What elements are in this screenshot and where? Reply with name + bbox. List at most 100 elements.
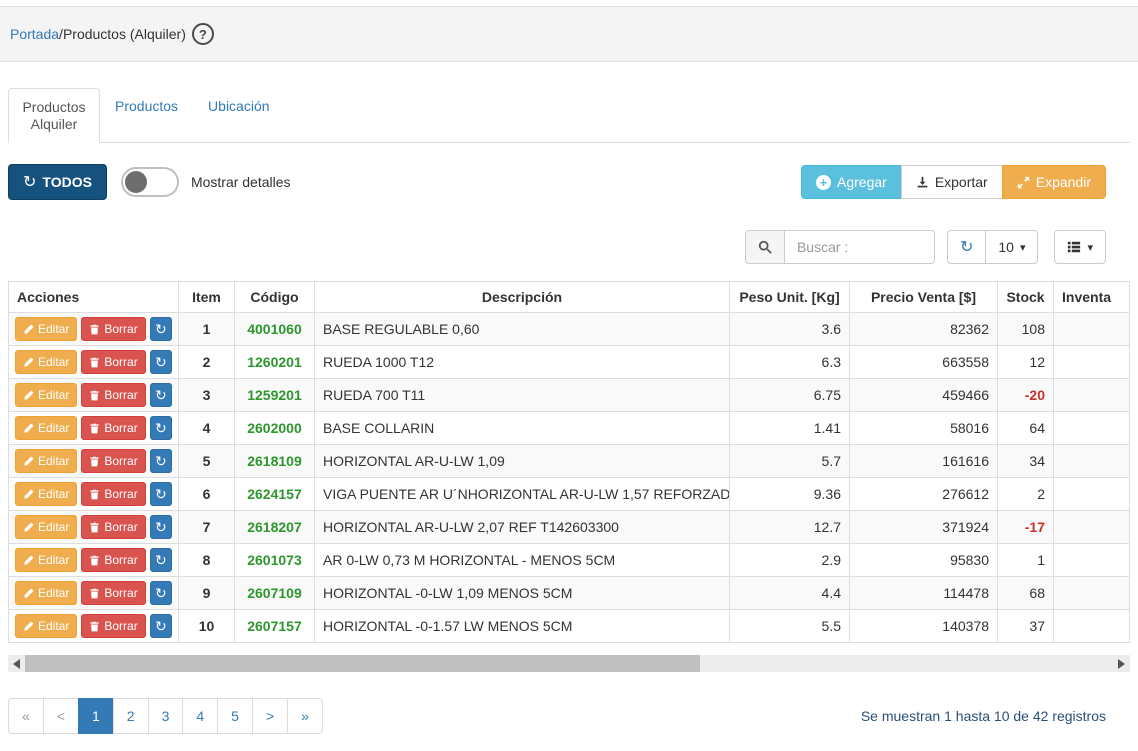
pagination-first[interactable]: « — [8, 698, 44, 734]
columns-dropdown[interactable]: ▾ — [1054, 230, 1106, 264]
codigo-cell: 2618109 — [235, 445, 315, 478]
table-row: Editar Borrar ↻ 1 4001060 BASE REGULABLE… — [9, 313, 1130, 346]
peso-cell: 6.3 — [730, 346, 850, 379]
edit-button[interactable]: Editar — [15, 614, 77, 638]
horizontal-scrollbar[interactable] — [8, 655, 1130, 672]
delete-button[interactable]: Borrar — [81, 515, 145, 539]
descripcion-cell: RUEDA 700 T11 — [315, 379, 730, 412]
delete-button[interactable]: Borrar — [81, 383, 145, 407]
pagination-page-5[interactable]: 5 — [217, 698, 253, 734]
tab-productos[interactable]: Productos — [100, 88, 193, 125]
search-row: ↻ 10 ▾ ▾ — [8, 230, 1106, 264]
pagination-page-4[interactable]: 4 — [182, 698, 218, 734]
inventario-cell — [1054, 511, 1130, 544]
pencil-icon — [23, 456, 34, 467]
row-refresh-button[interactable]: ↻ — [150, 548, 172, 572]
descripcion-cell: HORIZONTAL -0-LW 1,09 MENOS 5CM — [315, 577, 730, 610]
details-toggle[interactable] — [121, 167, 179, 197]
edit-button[interactable]: Editar — [15, 383, 77, 407]
precio-cell: 140378 — [850, 610, 998, 643]
delete-button-label: Borrar — [104, 487, 137, 501]
header-peso: Peso Unit. [Kg] — [730, 282, 850, 313]
table-row: Editar Borrar ↻ 6 2624157 VIGA PUENTE AR… — [9, 478, 1130, 511]
todos-button[interactable]: ↻ TODOS — [8, 164, 107, 200]
tab-productos-alquiler[interactable]: Productos Alquiler — [8, 88, 100, 143]
table-refresh-button[interactable]: ↻ — [947, 230, 986, 264]
edit-button-label: Editar — [38, 619, 69, 633]
help-icon[interactable]: ? — [192, 23, 214, 45]
descripcion-cell: AR 0-LW 0,73 M HORIZONTAL - MENOS 5CM — [315, 544, 730, 577]
row-refresh-button[interactable]: ↻ — [150, 383, 172, 407]
row-refresh-button[interactable]: ↻ — [150, 350, 172, 374]
stock-cell: 34 — [998, 445, 1054, 478]
row-refresh-button[interactable]: ↻ — [150, 614, 172, 638]
delete-button[interactable]: Borrar — [81, 317, 145, 341]
delete-button[interactable]: Borrar — [81, 350, 145, 374]
refresh-icon: ↻ — [155, 552, 167, 569]
delete-button[interactable]: Borrar — [81, 416, 145, 440]
refresh-icon: ↻ — [155, 387, 167, 404]
pagination-next[interactable]: > — [252, 698, 288, 734]
edit-button[interactable]: Editar — [15, 548, 77, 572]
exportar-button[interactable]: Exportar — [901, 165, 1003, 199]
pagination-page-1[interactable]: 1 — [78, 698, 114, 734]
table-row: Editar Borrar ↻ 8 2601073 AR 0-LW 0,73 M… — [9, 544, 1130, 577]
trash-icon — [89, 555, 100, 566]
scrollbar-thumb[interactable] — [25, 655, 700, 672]
search-input[interactable] — [785, 230, 935, 264]
stock-cell: 12 — [998, 346, 1054, 379]
delete-button-label: Borrar — [104, 454, 137, 468]
pagination-prev[interactable]: < — [43, 698, 79, 734]
stock-cell: -17 — [998, 511, 1054, 544]
search-button[interactable] — [745, 230, 785, 264]
scrollbar-track[interactable] — [25, 655, 1113, 672]
descripcion-cell: RUEDA 1000 T12 — [315, 346, 730, 379]
edit-button[interactable]: Editar — [15, 350, 77, 374]
delete-button[interactable]: Borrar — [81, 548, 145, 572]
item-cell: 3 — [179, 379, 235, 412]
table-row: Editar Borrar ↻ 7 2618207 HORIZONTAL AR-… — [9, 511, 1130, 544]
edit-button[interactable]: Editar — [15, 581, 77, 605]
delete-button[interactable]: Borrar — [81, 449, 145, 473]
edit-button[interactable]: Editar — [15, 449, 77, 473]
codigo-cell: 1260201 — [235, 346, 315, 379]
exportar-button-label: Exportar — [935, 174, 988, 190]
descripcion-cell: HORIZONTAL -0-1.57 LW MENOS 5CM — [315, 610, 730, 643]
delete-button[interactable]: Borrar — [81, 614, 145, 638]
expandir-button[interactable]: Expandir — [1002, 165, 1106, 199]
precio-cell: 82362 — [850, 313, 998, 346]
row-refresh-button[interactable]: ↻ — [150, 515, 172, 539]
agregar-button[interactable]: + Agregar — [801, 165, 902, 199]
row-refresh-button[interactable]: ↻ — [150, 416, 172, 440]
toggle-knob — [125, 171, 147, 193]
refresh-icon: ↻ — [155, 420, 167, 437]
edit-button[interactable]: Editar — [15, 515, 77, 539]
edit-button[interactable]: Editar — [15, 416, 77, 440]
pagination-page-2[interactable]: 2 — [113, 698, 149, 734]
row-refresh-button[interactable]: ↻ — [150, 317, 172, 341]
delete-button-label: Borrar — [104, 388, 137, 402]
table-controls-group: ↻ 10 ▾ — [947, 230, 1039, 264]
details-toggle-label: Mostrar detalles — [191, 174, 291, 190]
delete-button[interactable]: Borrar — [81, 482, 145, 506]
codigo-cell: 2618207 — [235, 511, 315, 544]
row-refresh-button[interactable]: ↻ — [150, 449, 172, 473]
row-refresh-button[interactable]: ↻ — [150, 581, 172, 605]
codigo-cell: 2607157 — [235, 610, 315, 643]
tab-ubicacion[interactable]: Ubicación — [193, 88, 284, 125]
page-size-value: 10 — [998, 239, 1014, 255]
pagination-last[interactable]: » — [287, 698, 323, 734]
scroll-left-arrow[interactable] — [8, 655, 25, 672]
inventario-cell — [1054, 379, 1130, 412]
row-refresh-button[interactable]: ↻ — [150, 482, 172, 506]
breadcrumb-home-link[interactable]: Portada — [10, 26, 59, 42]
peso-cell: 4.4 — [730, 577, 850, 610]
delete-button[interactable]: Borrar — [81, 581, 145, 605]
pagination-page-3[interactable]: 3 — [148, 698, 184, 734]
edit-button[interactable]: Editar — [15, 317, 77, 341]
inventario-cell — [1054, 544, 1130, 577]
download-icon — [916, 176, 929, 189]
page-size-dropdown[interactable]: 10 ▾ — [985, 230, 1038, 264]
scroll-right-arrow[interactable] — [1113, 655, 1130, 672]
edit-button[interactable]: Editar — [15, 482, 77, 506]
